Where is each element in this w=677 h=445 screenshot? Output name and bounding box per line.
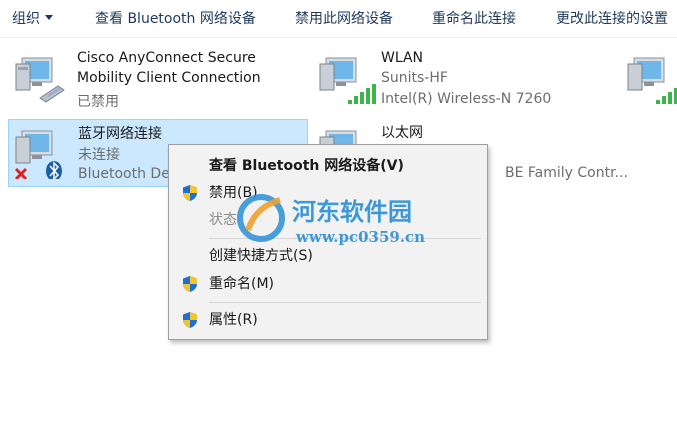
menu-item-label: 查看 Bluetooth 网络设备(V) — [209, 158, 404, 174]
watermark-logo-icon — [237, 194, 285, 242]
connection-network: Sunits-HF — [381, 70, 448, 86]
site-watermark: 河东软件园 www.pc0359.cn — [236, 190, 476, 250]
connection-name: Cisco AnyConnect Secure — [77, 50, 256, 66]
menu-item-properties[interactable]: 属性(R) — [169, 306, 487, 334]
connection-detail: Mobility Client Connection — [77, 70, 261, 86]
rename-connection-button[interactable]: 重命名此连接 — [432, 0, 516, 38]
connection-tile-cisco[interactable]: Cisco AnyConnect Secure Mobility Client … — [8, 46, 308, 114]
connection-tile-wlan[interactable]: WLAN Sunits-HF Intel(R) Wireless-N 7260 — [312, 46, 612, 114]
connection-status: 已禁用 — [77, 94, 119, 110]
connection-device: Bluetooth De — [78, 166, 170, 182]
connection-name: 以太网 — [381, 125, 423, 141]
menu-item-rename[interactable]: 重命名(M) — [169, 270, 487, 298]
organize-label: 组织 — [12, 11, 40, 27]
network-adapter-icon — [15, 57, 65, 103]
organize-menu-button[interactable]: 组织 — [12, 0, 53, 38]
connection-tile-partial[interactable] — [620, 46, 677, 114]
connection-status: 未连接 — [78, 147, 120, 163]
connection-device: Intel(R) Wireless-N 7260 — [381, 91, 552, 107]
uac-shield-icon — [183, 312, 197, 328]
menu-separator — [209, 302, 481, 303]
menu-item-label: 重命名(M) — [209, 276, 275, 292]
menu-item-label: 状态 — [209, 212, 237, 228]
change-settings-button[interactable]: 更改此连接的设置 — [556, 0, 668, 38]
connection-device: BE Family Contr... — [505, 165, 628, 181]
command-bar: 组织 查看 Bluetooth 网络设备 禁用此网络设备 重命名此连接 更改此连… — [0, 0, 677, 38]
view-bluetooth-devices-button[interactable]: 查看 Bluetooth 网络设备 — [95, 0, 256, 38]
menu-item-label: 属性(R) — [209, 312, 258, 328]
connection-name: 蓝牙网络连接 — [78, 126, 162, 142]
uac-shield-icon — [183, 276, 197, 292]
uac-shield-icon — [183, 185, 197, 201]
connection-name: WLAN — [381, 50, 424, 66]
wifi-adapter-icon — [319, 57, 376, 104]
bluetooth-adapter-icon — [14, 130, 62, 179]
wifi-adapter-icon — [627, 57, 677, 104]
watermark-url: www.pc0359.cn — [296, 228, 426, 246]
menu-item-view-bluetooth[interactable]: 查看 Bluetooth 网络设备(V) — [169, 152, 487, 180]
disable-device-button[interactable]: 禁用此网络设备 — [295, 0, 393, 38]
watermark-name: 河东软件园 — [292, 197, 412, 226]
chevron-down-icon — [45, 14, 53, 20]
